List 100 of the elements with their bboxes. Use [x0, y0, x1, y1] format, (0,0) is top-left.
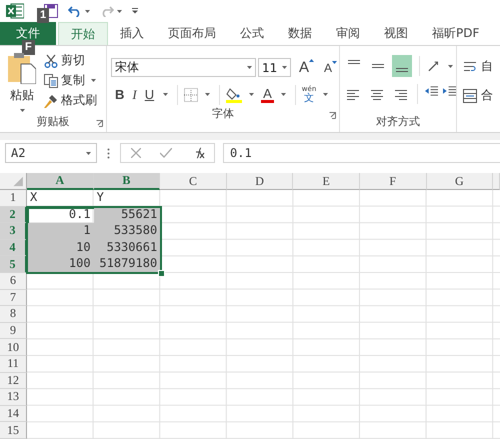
- row-header[interactable]: 8: [0, 306, 27, 323]
- name-box[interactable]: A2: [5, 143, 97, 163]
- column-header[interactable]: F: [360, 173, 427, 190]
- column-header[interactable]: D: [226, 173, 294, 190]
- row-header[interactable]: 9: [0, 322, 27, 340]
- align-bottom-button[interactable]: [392, 55, 412, 77]
- caret-icon[interactable]: [86, 152, 91, 154]
- row-header[interactable]: 5: [0, 256, 27, 273]
- scissors-icon: [44, 54, 58, 68]
- font-name-field[interactable]: 宋体: [111, 58, 256, 77]
- row-header[interactable]: 7: [0, 290, 27, 306]
- align-icon: [396, 68, 408, 72]
- table-cell[interactable]: 10: [27, 240, 94, 256]
- up-triangle-icon: [309, 59, 314, 62]
- align-icon: [348, 60, 360, 64]
- table-cell[interactable]: 5330661: [94, 240, 160, 256]
- column-header[interactable]: C: [160, 173, 227, 190]
- increase-indent-icon[interactable]: [442, 84, 456, 98]
- caret-icon[interactable]: [205, 93, 210, 96]
- copy-icon: [44, 74, 58, 88]
- paste-button[interactable]: 粘贴: [6, 52, 38, 113]
- group-label: 字体: [212, 106, 234, 120]
- format-painter-button[interactable]: 格式刷: [44, 92, 99, 109]
- caret-icon[interactable]: [282, 66, 287, 69]
- decrease-font-size-button[interactable]: A: [322, 60, 340, 74]
- caret-icon[interactable]: [163, 93, 168, 96]
- dialog-launcher-icon[interactable]: [96, 120, 103, 127]
- align-icon: [394, 90, 407, 100]
- caret-icon[interactable]: [85, 10, 90, 12]
- orientation-icon[interactable]: [426, 59, 440, 73]
- merge-icon: [463, 88, 477, 102]
- caret-icon[interactable]: [117, 10, 122, 12]
- column-header[interactable]: A: [27, 173, 94, 190]
- ribbon-tab[interactable]: 数据: [276, 22, 324, 45]
- fill-handle[interactable]: [158, 270, 165, 277]
- row-header[interactable]: 11: [0, 356, 27, 373]
- align-icon: [370, 90, 383, 100]
- caret-icon[interactable]: [323, 93, 328, 96]
- decrease-indent-icon[interactable]: [424, 84, 438, 98]
- row-header[interactable]: 12: [0, 372, 27, 390]
- font-size-field[interactable]: 11: [258, 58, 291, 77]
- caret-icon[interactable]: [249, 93, 254, 96]
- ribbon-tab[interactable]: 开始: [58, 22, 108, 45]
- caret-icon[interactable]: [448, 64, 453, 68]
- row-header[interactable]: 4: [0, 240, 27, 256]
- down-triangle-icon: [332, 60, 338, 64]
- bold-button[interactable]: B: [113, 87, 126, 102]
- ribbon-tab[interactable]: 视图: [372, 22, 420, 45]
- dialog-launcher-icon[interactable]: [329, 112, 336, 119]
- font-color-button[interactable]: A: [261, 86, 274, 102]
- row-header[interactable]: 14: [0, 406, 27, 422]
- table-cell[interactable]: X: [27, 190, 94, 207]
- caret-icon[interactable]: [20, 109, 24, 112]
- caret-icon[interactable]: [91, 79, 96, 82]
- table-cell[interactable]: 51879180: [94, 256, 160, 273]
- formula-field[interactable]: 0.1: [223, 143, 500, 163]
- wrap-text-button[interactable]: 自: [463, 58, 493, 75]
- keytip: 1: [37, 8, 50, 23]
- group-label: 剪贴板: [36, 114, 70, 128]
- row-header[interactable]: 15: [0, 422, 27, 439]
- ribbon-tab[interactable]: 页面布局: [156, 22, 228, 45]
- row-header[interactable]: 13: [0, 389, 27, 406]
- table-cell[interactable]: Y: [94, 190, 160, 207]
- undo-icon[interactable]: [68, 5, 82, 17]
- caret-icon[interactable]: [280, 93, 286, 96]
- customize-icon[interactable]: [132, 8, 138, 14]
- column-header[interactable]: B: [94, 173, 160, 190]
- column-header[interactable]: G: [426, 173, 494, 190]
- row-header[interactable]: 6: [0, 272, 27, 290]
- borders-icon[interactable]: [184, 88, 198, 102]
- increase-font-size-button[interactable]: A: [296, 59, 316, 76]
- group-label: 对齐方式: [376, 114, 420, 128]
- copy-button[interactable]: 复制: [44, 72, 99, 89]
- column-header[interactable]: E: [293, 173, 360, 190]
- merge-button[interactable]: 合: [463, 87, 493, 104]
- row-header[interactable]: 10: [0, 339, 27, 356]
- grip-icon: [107, 148, 110, 158]
- redo-icon: [100, 5, 114, 17]
- clipboard-icon: [8, 52, 36, 84]
- underline-button[interactable]: U: [142, 87, 156, 102]
- ribbon-tab[interactable]: 公式: [228, 22, 276, 45]
- align-icon: [372, 64, 384, 68]
- table-cell[interactable]: 100: [27, 256, 94, 273]
- excel-logo-icon: [6, 3, 24, 19]
- ribbon-tab[interactable]: 审阅: [324, 22, 372, 45]
- ribbon-tab[interactable]: 福昕PDF: [420, 22, 492, 45]
- row-header[interactable]: 1: [0, 190, 27, 207]
- row-header[interactable]: 3: [0, 223, 27, 240]
- cut-button[interactable]: 剪切: [44, 52, 99, 69]
- align-icon: [347, 90, 360, 100]
- brush-icon: [44, 94, 58, 108]
- row-header[interactable]: 2: [0, 206, 27, 224]
- keytip: F: [22, 40, 35, 55]
- italic-button[interactable]: I: [130, 86, 139, 102]
- table-cell[interactable]: 1: [27, 223, 94, 240]
- table-cell[interactable]: 0.1: [27, 206, 94, 224]
- table-cell[interactable]: 533580: [94, 223, 160, 240]
- ribbon-tab[interactable]: 插入: [108, 22, 156, 45]
- caret-icon[interactable]: [246, 66, 252, 69]
- fill-color-icon[interactable]: [226, 86, 242, 102]
